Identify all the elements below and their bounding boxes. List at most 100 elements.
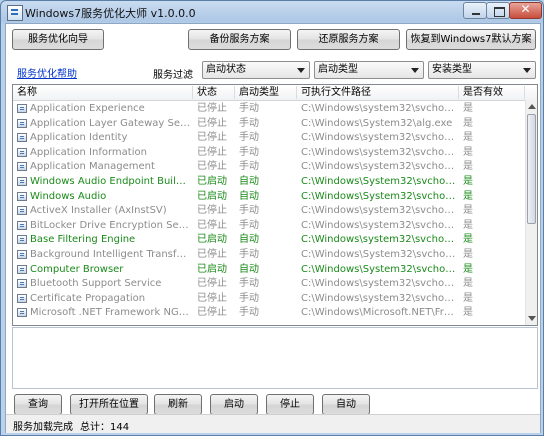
table-row[interactable]: Application Information 已停止 手动 C:\Windows\s… [13, 146, 525, 161]
table-row[interactable]: Windows Audio Endpoint Builder 已启动 自动 C:\Wi… [13, 175, 525, 190]
install-type-select[interactable]: 安装类型 [428, 61, 536, 79]
table-row[interactable]: Application Experience 已停止 手动 C:\Windows\sy… [13, 102, 525, 117]
service-icon [17, 191, 27, 201]
stop-button[interactable]: 停止 [266, 394, 314, 415]
restore-plan-button[interactable]: 还原服务方案 [297, 29, 400, 50]
table-row[interactable]: ActiveX Installer (AxInstSV) 已停止 手动 C:\Wind… [13, 204, 525, 219]
scroll-down-icon[interactable] [528, 316, 536, 321]
status-message: 服务加载完成 [13, 422, 73, 433]
service-start-type: 自动 [239, 190, 259, 202]
restore-default-button[interactable]: 恢复到Windows7默认方案 [406, 29, 536, 50]
backup-plan-button[interactable]: 备份服务方案 [188, 29, 291, 50]
service-valid: 是 [463, 234, 473, 246]
column-header-valid[interactable]: 是否有效 [459, 86, 525, 99]
service-path: C:\Windows\Microsoft.NET\Frame... [301, 307, 457, 319]
service-start-type: 手动 [239, 292, 259, 304]
column-header-status[interactable]: 状态 [193, 86, 235, 99]
service-valid: 是 [463, 190, 473, 202]
column-header-name[interactable]: 名称 [13, 86, 193, 99]
service-start-type: 手动 [239, 248, 259, 260]
table-header: 名称 状态 启动类型 可执行文件路径 是否有效 [13, 85, 537, 101]
service-start-type: 手动 [239, 219, 259, 231]
service-valid: 是 [463, 161, 473, 173]
service-status: 已启动 [197, 234, 227, 246]
table-row[interactable]: BitLocker Drive Encryption Service 已停止 手动 C… [13, 219, 525, 234]
service-path: C:\Windows\System32\svchost.exe ... [301, 263, 457, 275]
service-path: C:\Windows\system32\svchost.exe ... [301, 132, 457, 144]
table-row[interactable]: Microsoft .NET Framework NGEN v2.... 已停止手… [13, 306, 525, 321]
chevron-down-icon [411, 68, 419, 73]
service-valid: 是 [463, 292, 473, 304]
service-start-type: 手动 [239, 205, 259, 217]
service-name: Application Layer Gateway Service [30, 117, 191, 129]
optimize-wizard-button[interactable]: 服务优化向导 [12, 29, 104, 50]
start-button[interactable]: 启动 [210, 394, 258, 415]
service-valid: 是 [463, 219, 473, 231]
scroll-up-icon[interactable] [528, 104, 536, 109]
service-name: Application Experience [30, 103, 145, 114]
start-type-select[interactable]: 启动类型 [314, 61, 424, 79]
service-icon [17, 133, 27, 143]
maximize-button[interactable] [486, 2, 510, 19]
service-name: BitLocker Drive Encryption Service [30, 219, 191, 231]
service-status: 已启动 [197, 190, 227, 202]
chevron-down-icon [523, 68, 531, 73]
scroll-thumb[interactable] [527, 114, 536, 224]
table-row[interactable]: Computer Browser 已启动 自动 C:\Windows\System32… [13, 263, 525, 278]
filter-label: 服务过滤 [153, 70, 193, 81]
table-row[interactable]: Base Filtering Engine 已启动 自动 C:\Windows\sys… [13, 233, 525, 248]
app-window: Windows7服务优化大师 v1.0.0.0 ✕ 服务优化向导 备份服务方案 … [0, 0, 544, 436]
auto-button[interactable]: 自动 [322, 394, 370, 415]
service-status: 已停止 [197, 307, 227, 319]
service-icon [17, 176, 27, 186]
table-row[interactable]: Application Layer Gateway Service 已停止 手动 C:… [13, 117, 525, 132]
table-row[interactable]: Certificate Propagation 已停止 手动 C:\Windows\s… [13, 292, 525, 307]
table-row[interactable]: Background Intelligent Transfer Service 已… [13, 248, 525, 263]
service-valid: 是 [463, 307, 473, 319]
title-bar[interactable]: Windows7服务优化大师 v1.0.0.0 ✕ [1, 1, 543, 23]
close-button[interactable]: ✕ [509, 2, 542, 19]
service-status: 已停止 [197, 278, 227, 290]
table-row[interactable]: Windows Audio 已启动 自动 C:\Windows\System32\sv… [13, 190, 525, 205]
column-header-start-type[interactable]: 启动类型 [235, 86, 297, 99]
service-start-type: 自动 [239, 263, 259, 275]
service-name: Application Information [30, 146, 147, 158]
install-type-value: 安装类型 [432, 64, 472, 75]
column-header-path[interactable]: 可执行文件路径 [297, 86, 459, 99]
service-valid: 是 [463, 132, 473, 144]
service-path: C:\Windows\system32\svchost.exe ... [301, 146, 457, 158]
start-state-select[interactable]: 启动状态 [202, 61, 310, 79]
service-status: 已停止 [197, 248, 227, 260]
optimize-help-link[interactable]: 服务优化帮助 [17, 65, 77, 80]
service-start-type: 手动 [239, 103, 259, 114]
service-start-type: 手动 [239, 146, 259, 158]
service-icon [17, 249, 27, 259]
service-icon [17, 220, 27, 230]
main-panel: 服务优化向导 备份服务方案 还原服务方案 恢复到Windows7默认方案 服务优… [5, 23, 541, 433]
query-button[interactable]: 查询 [14, 394, 62, 415]
chevron-down-icon [297, 68, 305, 73]
table-row[interactable]: Application Management 已停止 手动 C:\Windows\sy… [13, 160, 525, 175]
vertical-scrollbar[interactable] [525, 100, 537, 325]
open-location-button[interactable]: 打开所在位置 [70, 394, 148, 415]
service-valid: 是 [463, 205, 473, 217]
refresh-button[interactable]: 刷新 [154, 394, 202, 415]
service-name: Windows Audio [30, 190, 107, 202]
service-valid: 是 [463, 146, 473, 158]
service-status: 已停止 [197, 132, 227, 144]
services-table[interactable]: 名称 状态 启动类型 可执行文件路径 是否有效 Application Expe… [12, 84, 538, 326]
table-row[interactable]: Bluetooth Support Service 已停止 手动 C:\Windows… [13, 277, 525, 292]
service-status: 已停止 [197, 103, 227, 114]
service-path: C:\Windows\system32\svchost.exe ... [301, 219, 457, 231]
service-name: Microsoft .NET Framework NGEN v2.... [30, 307, 191, 319]
table-row[interactable]: Application Identity 已停止 手动 C:\Windows\syst… [13, 131, 525, 146]
service-start-type: 自动 [239, 234, 259, 246]
minimize-button[interactable] [463, 2, 487, 19]
service-path: C:\Windows\System32\alg.exe [301, 117, 453, 129]
service-name: ActiveX Installer (AxInstSV) [30, 205, 167, 217]
service-icon [17, 118, 27, 128]
status-bar: 服务加载完成 总计：144 [6, 414, 540, 433]
table-body: Application Experience 已停止 手动 C:\Windows\sy… [13, 102, 525, 321]
service-valid: 是 [463, 263, 473, 275]
service-path: C:\Windows\system32\svchost.exe ... [301, 292, 457, 304]
